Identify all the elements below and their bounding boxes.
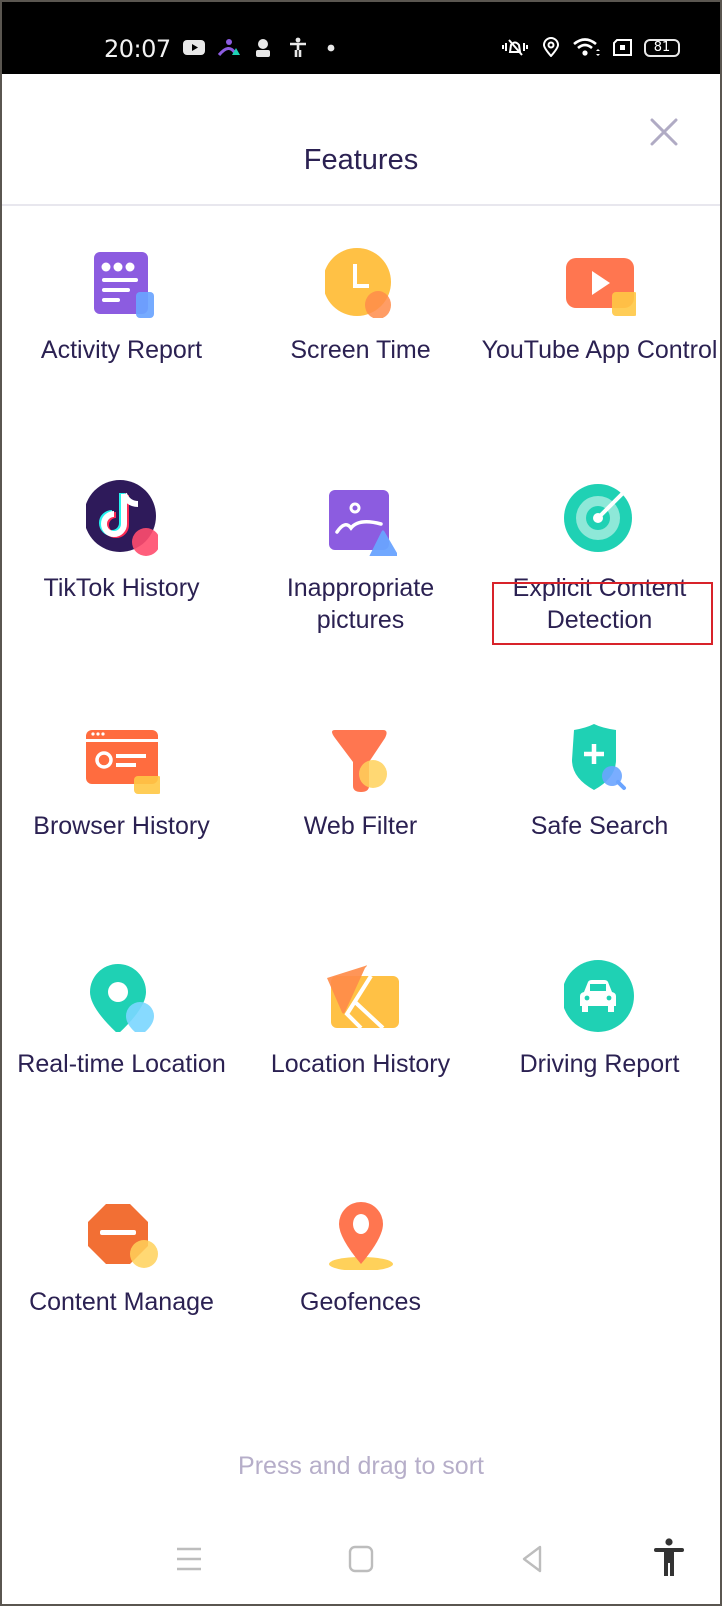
- feature-label: Geofences: [300, 1288, 421, 1316]
- feature-explicit-content-detection[interactable]: Explicit Content Detection: [480, 444, 719, 644]
- browser-icon: [86, 730, 160, 794]
- feature-web-filter[interactable]: Web Filter: [241, 682, 480, 882]
- home-button[interactable]: [346, 1544, 376, 1574]
- feature-label: Browser History: [33, 812, 210, 840]
- feature-label: Location History: [270, 1050, 451, 1078]
- tiktok-icon: [86, 480, 158, 556]
- feature-label: Safe Search: [530, 812, 669, 840]
- family-app-icon: [217, 39, 240, 56]
- feature-label: Screen Time: [290, 336, 431, 364]
- feature-label: YouTube App Control: [481, 336, 718, 364]
- accessibility-button[interactable]: [654, 1538, 684, 1576]
- status-bar: 20:07 81: [2, 2, 720, 74]
- sim-icon: [613, 39, 632, 56]
- funnel-icon: [331, 730, 387, 792]
- feature-safe-search[interactable]: Safe Search: [480, 682, 719, 882]
- feature-driving-report[interactable]: Driving Report: [480, 920, 719, 1120]
- screen: 20:07 81 Features Activity Report Screen…: [2, 2, 720, 1604]
- feature-label: Driving Report: [519, 1050, 680, 1078]
- stop-sign-icon: [88, 1204, 158, 1268]
- feature-screen-time[interactable]: Screen Time: [241, 206, 480, 406]
- home-icon: [348, 1545, 374, 1573]
- menu-button[interactable]: [174, 1544, 204, 1574]
- feature-label: Web Filter: [303, 812, 418, 840]
- car-icon: [564, 960, 634, 1032]
- back-icon: [522, 1545, 542, 1573]
- feature-youtube-app-control[interactable]: YouTube App Control: [480, 206, 719, 406]
- accessibility-icon: [290, 37, 306, 57]
- wifi-icon: [573, 38, 600, 56]
- feature-inappropriate-pictures[interactable]: Inappropriate pictures: [241, 444, 480, 644]
- feature-browser-history[interactable]: Browser History: [2, 682, 241, 882]
- menu-icon: [177, 1547, 201, 1571]
- feature-activity-report[interactable]: Activity Report: [2, 206, 241, 406]
- sort-hint: Press and drag to sort: [238, 1452, 484, 1480]
- shield-plus-icon: [572, 724, 626, 790]
- activity-report-icon: [94, 252, 154, 318]
- battery-level: 81: [653, 40, 671, 55]
- clock-icon: [325, 248, 391, 318]
- feature-label: Explicit Content Detection: [512, 574, 687, 634]
- feature-real-time-location[interactable]: Real-time Location: [2, 920, 241, 1120]
- battery-icon: 81: [644, 39, 680, 57]
- feature-label: Activity Report: [40, 336, 203, 364]
- dot-icon: [327, 44, 335, 52]
- location-pin-icon: [90, 964, 154, 1032]
- feature-label: Real-time Location: [17, 1050, 226, 1078]
- feature-label: Content Manage: [29, 1288, 214, 1316]
- geofence-pin-icon: [329, 1202, 393, 1270]
- back-button[interactable]: [518, 1544, 548, 1574]
- target-icon: [564, 484, 632, 552]
- feature-location-history[interactable]: Location History: [241, 920, 480, 1120]
- youtube-play-icon: [566, 258, 636, 316]
- youtube-icon: [183, 40, 205, 55]
- avatar-notification-icon: [256, 39, 270, 57]
- feature-tiktok-history[interactable]: TikTok History: [2, 444, 241, 644]
- features-header: Features: [2, 74, 720, 206]
- close-button[interactable]: [646, 114, 682, 150]
- navigation-bar: [2, 1532, 720, 1604]
- feature-label: TikTok History: [43, 574, 200, 602]
- feature-content-manage[interactable]: Content Manage: [2, 1158, 241, 1358]
- page-title: Features: [303, 144, 419, 176]
- feature-label: Inappropriate pictures: [286, 574, 435, 634]
- accessibility-icon: [654, 1538, 684, 1576]
- map-icon: [327, 965, 399, 1030]
- vibrate-mute-icon: [502, 39, 528, 56]
- close-icon: [650, 118, 678, 146]
- status-time: 20:07: [104, 35, 171, 63]
- picture-icon: [329, 490, 397, 556]
- location-icon: [542, 37, 560, 57]
- feature-geofences[interactable]: Geofences: [241, 1158, 480, 1358]
